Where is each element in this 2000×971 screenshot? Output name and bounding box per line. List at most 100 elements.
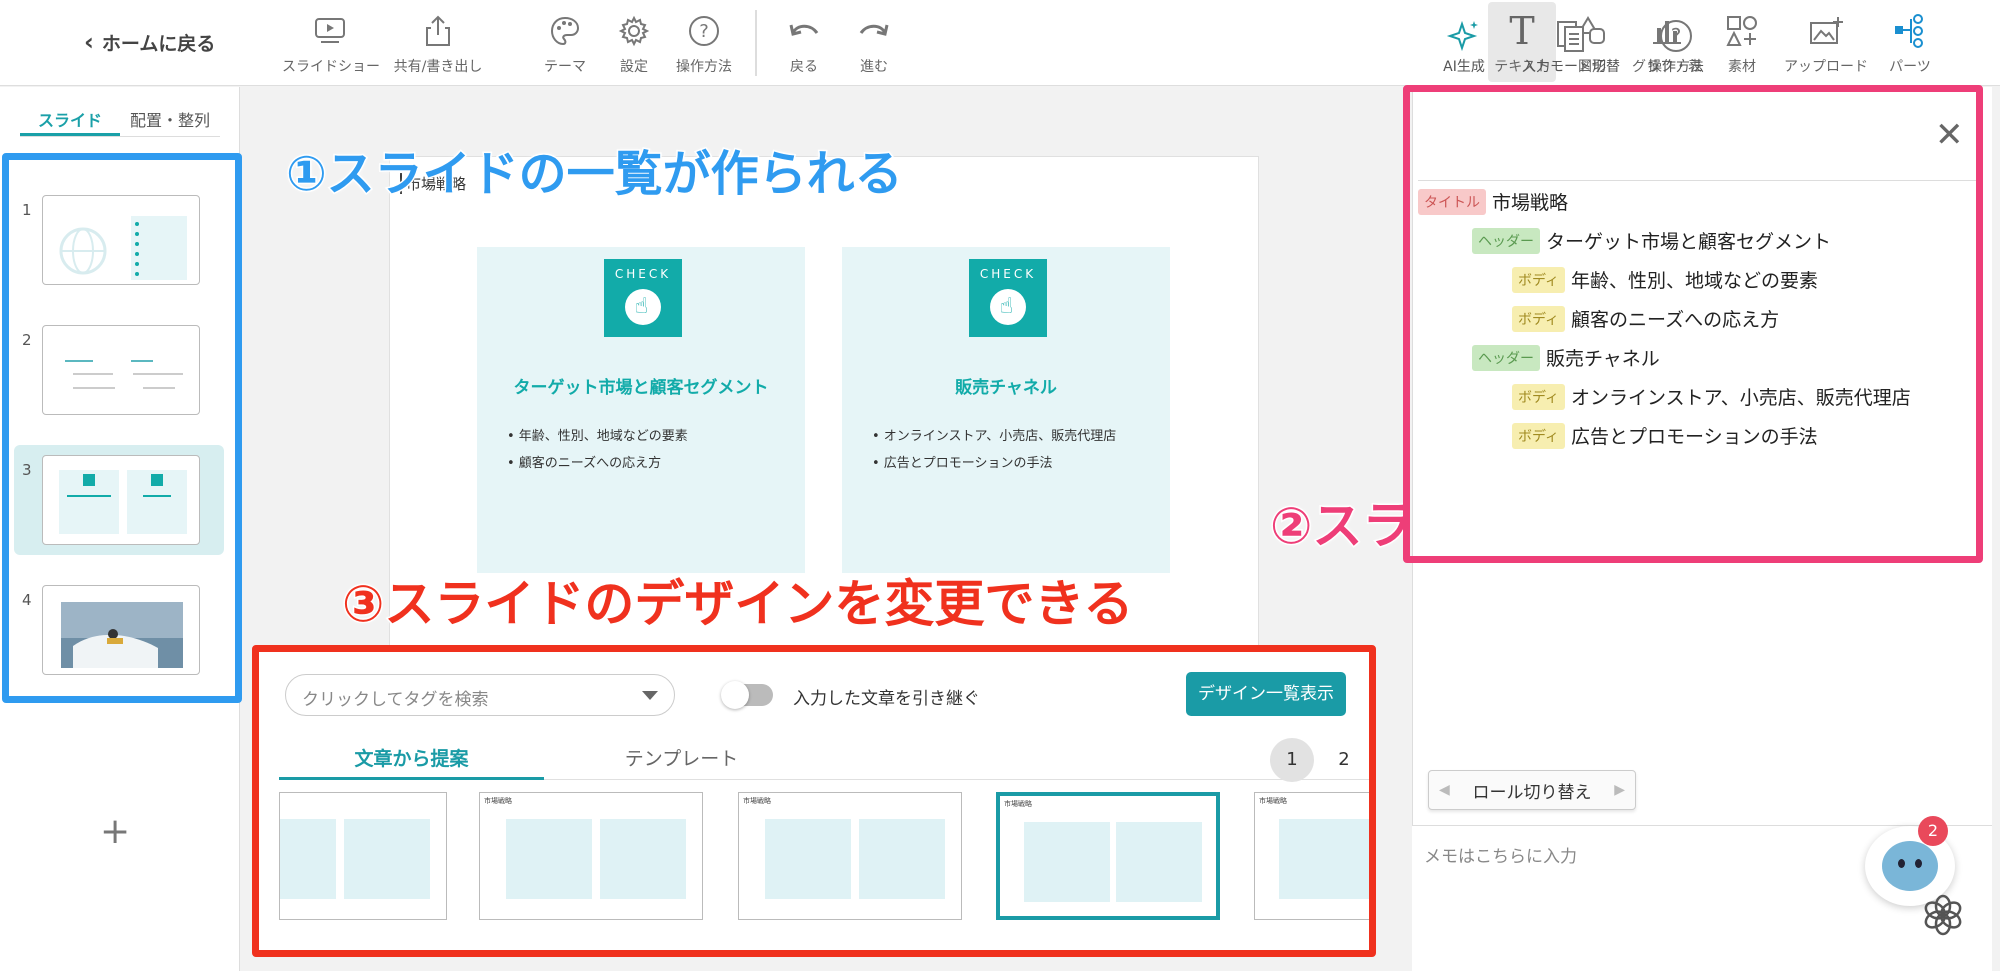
redo-label: 進む: [860, 59, 888, 75]
design-template-5[interactable]: 市場戦略: [1254, 792, 1369, 920]
check-badge-label: CHECK: [979, 267, 1037, 281]
toolbar-divider: [755, 10, 757, 76]
toggle-label: 入力した文章を引き継ぐ: [793, 689, 980, 709]
design-template-4-selected[interactable]: 市場戦略: [996, 792, 1220, 920]
share-label: 共有/書き出し: [393, 59, 483, 75]
role-switch-control[interactable]: ◀ ロール切り替え ▶: [1428, 770, 1636, 810]
template-title: 市場戦略: [484, 797, 512, 805]
template-card: [600, 819, 686, 899]
input-mode-label: 入力モード切替: [1522, 59, 1620, 75]
slideshow-label: スライドショー: [282, 59, 380, 75]
tag-search-input[interactable]: クリックしてタグを検索: [285, 674, 675, 716]
template-card: [506, 819, 592, 899]
upload-tool-button[interactable]: アップロード: [1784, 10, 1868, 76]
design-template-3[interactable]: 市場戦略: [738, 792, 962, 920]
chevron-right-icon[interactable]: ▶: [1614, 782, 1625, 798]
design-suggestion-panel: クリックしてタグを検索 入力した文章を引き継ぐ デザイン一覧表示 文章から提案 …: [252, 645, 1376, 957]
share-icon: [392, 10, 484, 52]
tab-arrange[interactable]: 配置・整列: [120, 101, 220, 136]
redo-icon: [854, 10, 894, 52]
undo-icon: [784, 10, 824, 52]
template-card: [1024, 822, 1110, 902]
carry-over-text-toggle[interactable]: [721, 681, 773, 709]
redo-button[interactable]: 進む: [854, 10, 894, 76]
slideshow-button[interactable]: スライドショー: [282, 10, 380, 76]
help-icon: ?: [674, 10, 734, 52]
outline-highlight: [1403, 85, 1983, 563]
template-card: [280, 819, 336, 899]
chevron-down-icon[interactable]: [642, 691, 658, 700]
help-button[interactable]: ? 操作方法: [674, 10, 734, 76]
pointing-hand-icon: ☝: [625, 289, 661, 325]
copy-icon: [1520, 16, 1622, 56]
bullet-item: • 広告とプロモーションの手法: [872, 456, 1053, 471]
template-card: [765, 819, 851, 899]
parts-icon: [1888, 10, 1932, 52]
tab-suggest-from-text[interactable]: 文章から提案: [279, 744, 544, 771]
panel-help-button[interactable]: ? 操作方法: [1646, 16, 1706, 76]
palette-icon: [540, 10, 590, 52]
page-1-button[interactable]: 1: [1270, 738, 1314, 782]
undo-button[interactable]: 戻る: [784, 10, 824, 76]
card-title: ターゲット市場と顧客セグメント: [513, 378, 769, 398]
template-card: [344, 819, 430, 899]
openai-icon[interactable]: [1920, 892, 1966, 938]
settings-label: 設定: [620, 59, 648, 75]
design-template-2[interactable]: 市場戦略: [479, 792, 703, 920]
template-title: 市場戦略: [743, 797, 771, 805]
template-card: [1279, 819, 1369, 899]
svg-text:?: ?: [699, 21, 709, 42]
material-tool-label: 素材: [1728, 59, 1756, 75]
content-card-2[interactable]: CHECK ☝ 販売チャネル • オンラインストア、小売店、販売代理店 • 広告…: [842, 247, 1170, 573]
check-badge: CHECK ☝: [604, 259, 682, 337]
design-template-1[interactable]: [279, 792, 447, 920]
gear-icon: [612, 10, 656, 52]
parts-tool-label: パーツ: [1889, 59, 1931, 75]
ai-generate-button[interactable]: AI生成: [1438, 16, 1490, 76]
slideshow-icon: [282, 10, 378, 52]
chevron-left-icon[interactable]: ◀: [1439, 782, 1450, 798]
tab-template[interactable]: テンプレート: [549, 744, 814, 771]
ai-generate-label: AI生成: [1443, 59, 1485, 75]
template-card: [859, 819, 945, 899]
back-home-label: ホームに戻る: [101, 32, 216, 55]
memo-placeholder: メモはこちらに入力: [1424, 847, 1577, 867]
template-title: 市場戦略: [1004, 800, 1032, 808]
theme-label: テーマ: [544, 59, 586, 75]
parts-tool-button[interactable]: パーツ: [1888, 10, 1932, 76]
template-title: 市場戦略: [1259, 797, 1287, 805]
check-badge-label: CHECK: [614, 267, 672, 281]
upload-icon: [1784, 10, 1868, 52]
undo-label: 戻る: [790, 59, 818, 75]
slide-list-highlight: [2, 153, 242, 703]
panel-help-label: 操作方法: [1648, 59, 1704, 75]
content-card-1[interactable]: CHECK ☝ ターゲット市場と顧客セグメント • 年齢、性別、地域などの要素 …: [477, 247, 805, 573]
help-label: 操作方法: [676, 59, 732, 75]
svg-text:?: ?: [1671, 24, 1682, 48]
tab-slides[interactable]: スライド: [20, 101, 120, 136]
template-card: [1116, 822, 1202, 902]
share-button[interactable]: 共有/書き出し: [392, 10, 484, 76]
left-tabs: スライド 配置・整列: [20, 101, 220, 137]
annotation-slide-list: ①スライドの一覧が作られる: [285, 145, 905, 204]
help-icon: ?: [1646, 16, 1706, 56]
role-switch-label: ロール切り替え: [1472, 782, 1592, 803]
design-list-button[interactable]: デザイン一覧表示: [1186, 672, 1346, 716]
add-slide-button[interactable]: +: [100, 811, 130, 852]
card-bullets: • オンラインストア、小売店、販売代理店 • 広告とプロモーションの手法: [872, 423, 1116, 477]
theme-button[interactable]: テーマ: [540, 10, 590, 76]
tag-search-placeholder: クリックしてタグを検索: [302, 690, 489, 710]
check-badge: CHECK ☝: [969, 259, 1047, 337]
card-bullets: • 年齢、性別、地域などの要素 • 顧客のニーズへの応え方: [507, 423, 688, 477]
settings-button[interactable]: 設定: [612, 10, 656, 76]
chevron-left-icon: ‹: [84, 28, 94, 56]
input-mode-button[interactable]: 入力モード切替: [1520, 16, 1622, 76]
bullet-item: • 年齢、性別、地域などの要素: [507, 429, 688, 444]
notification-badge: 2: [1918, 816, 1948, 846]
back-home-button[interactable]: ‹ ホームに戻る: [84, 28, 215, 56]
material-tool-button[interactable]: 素材: [1724, 10, 1760, 76]
annotation-change-design: ③スライドのデザインを変更できる: [340, 574, 1134, 635]
card-title: 販売チャネル: [955, 378, 1057, 398]
page-2-button[interactable]: 2: [1322, 738, 1366, 782]
sparkle-icon: [1438, 16, 1490, 56]
